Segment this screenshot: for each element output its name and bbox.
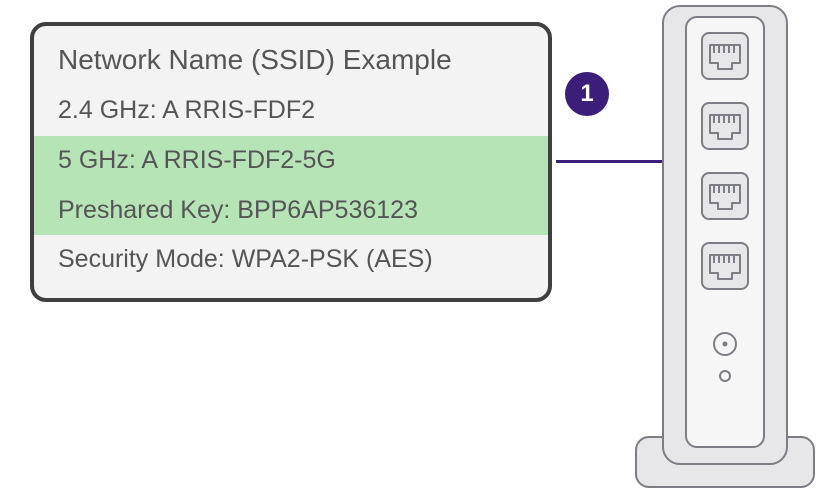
ssid-5ghz-value: A RRIS-FDF2-5G — [141, 146, 335, 174]
ssid-5ghz-label: 5 GHz: — [58, 146, 136, 174]
ssid-5ghz-row: 5 GHz: A RRIS-FDF2-5G — [34, 136, 548, 186]
ethernet-port-icon — [701, 102, 749, 150]
power-button-icon — [713, 332, 737, 356]
step-badge: 1 — [565, 72, 609, 116]
security-mode-value: WPA2-PSK (AES) — [232, 245, 433, 273]
ssid-24ghz-value: A RRIS-FDF2 — [162, 96, 315, 124]
preshared-key-value: BPP6AP536123 — [237, 196, 418, 224]
ethernet-port-icon — [701, 242, 749, 290]
router-back-panel — [685, 16, 765, 448]
security-mode-label: Security Mode: — [58, 245, 225, 273]
ethernet-port-icon — [701, 32, 749, 80]
preshared-key-row: Preshared Key: BPP6AP536123 — [34, 186, 548, 236]
ssid-label-card: Network Name (SSID) Example 2.4 GHz: A R… — [30, 22, 552, 302]
ethernet-port-icon — [701, 172, 749, 220]
security-mode-row: Security Mode: WPA2-PSK (AES) — [34, 235, 548, 285]
reset-hole-icon — [719, 370, 731, 382]
ssid-24ghz-label: 2.4 GHz: — [58, 96, 157, 124]
ssid-24ghz-row: 2.4 GHz: A RRIS-FDF2 — [34, 86, 548, 136]
preshared-key-label: Preshared Key: — [58, 196, 230, 224]
router-illustration — [635, 0, 815, 490]
step-number: 1 — [580, 80, 593, 108]
card-title: Network Name (SSID) Example — [34, 26, 548, 86]
